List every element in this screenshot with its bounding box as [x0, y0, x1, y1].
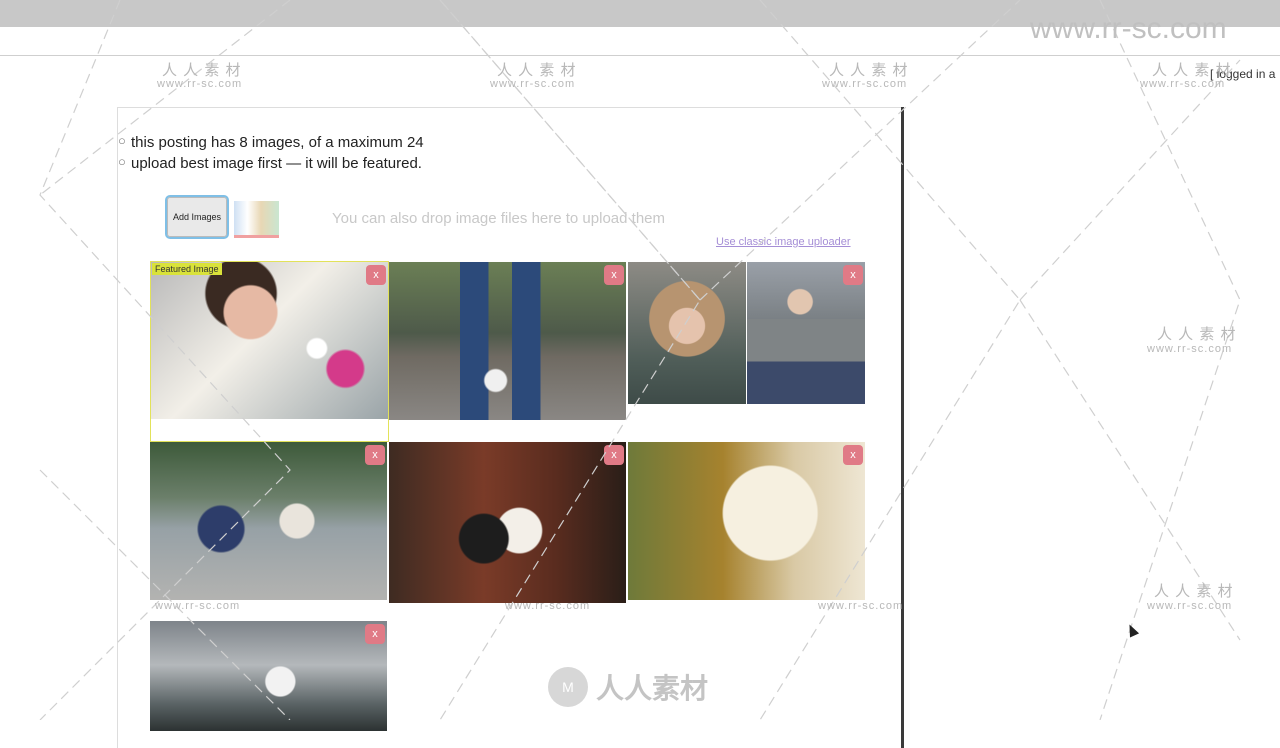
image-tile-6[interactable]: x [389, 442, 626, 603]
add-images-button[interactable]: Add Images [165, 195, 229, 239]
bride-veil-photo [628, 442, 865, 600]
site-logo-icon: M [548, 667, 588, 707]
watermark-url-label: www.rr-sc.com [1147, 343, 1233, 355]
delete-image-button[interactable]: x [604, 265, 624, 285]
image-tile-3[interactable] [628, 262, 746, 404]
wedding-bride-photo [151, 262, 388, 419]
featured-hint-text: upload best image first — it will be fea… [131, 155, 422, 172]
image-tile-1[interactable]: Featured Image x [150, 261, 389, 442]
drop-zone-hint[interactable]: You can also drop image files here to up… [332, 210, 665, 227]
delete-image-button[interactable]: x [604, 445, 624, 465]
watermark-cn-label: 人 人 素 材 [1154, 583, 1234, 600]
image-tile-4[interactable]: x [747, 262, 865, 404]
image-tile-7[interactable]: x [628, 442, 865, 600]
delete-image-button[interactable]: x [365, 624, 385, 644]
watermark-url-label: www.rr-sc.com [490, 78, 576, 90]
delete-image-button[interactable]: x [366, 265, 386, 285]
bullet-icon: ○ [118, 154, 126, 169]
watermark-url-label: www.rr-sc.com [157, 78, 243, 90]
image-tile-8[interactable]: x [150, 621, 387, 731]
watermark-url-label: www.rr-sc.com [505, 600, 591, 612]
child-standing-photo [389, 262, 626, 420]
header-divider [0, 55, 1280, 56]
image-tile-2[interactable]: x [389, 262, 626, 420]
site-logo-text: 人人素材 [596, 673, 709, 704]
delete-image-button[interactable]: x [843, 445, 863, 465]
woman-fur-hood-photo [628, 262, 746, 404]
watermark-cn-label: 人 人 素 材 [1152, 62, 1232, 79]
image-count-text: this posting has 8 images, of a maximum … [131, 134, 424, 151]
family-lake-photo [150, 442, 387, 600]
featured-image-badge: Featured Image [152, 263, 222, 275]
watermark-url-label: www.rr-sc.com [818, 600, 904, 612]
bullet-icon: ○ [118, 133, 126, 148]
site-logo-watermark: M 人人素材 [548, 667, 708, 707]
classic-uploader-link[interactable]: Use classic image uploader [716, 236, 851, 248]
watermark-cn-label: 人 人 素 材 [162, 62, 242, 79]
watermark-url-label: www.rr-sc.com [155, 600, 241, 612]
site-watermark: www.rr-sc.com [1030, 12, 1227, 45]
delete-image-button[interactable]: x [843, 265, 863, 285]
watermark-cn-label: 人 人 素 材 [497, 62, 577, 79]
watermark-url-label: www.rr-sc.com [1140, 78, 1226, 90]
delete-image-button[interactable]: x [365, 445, 385, 465]
uploading-thumbnail [234, 201, 279, 238]
watermark-cn-label: 人 人 素 材 [1157, 326, 1237, 343]
mouse-cursor-icon [1124, 622, 1140, 638]
image-tile-5[interactable]: x [150, 442, 387, 600]
watermark-url-label: www.rr-sc.com [1147, 600, 1233, 612]
featured-hint-info: ○ upload best image first — it will be f… [118, 154, 422, 172]
image-count-info: ○ this posting has 8 images, of a maximu… [118, 133, 424, 151]
watermark-url-label: www.rr-sc.com [822, 78, 908, 90]
couple-kiss-photo [389, 442, 626, 603]
bride-field-photo [150, 621, 387, 731]
image-upload-panel: ○ this posting has 8 images, of a maximu… [117, 107, 901, 748]
watermark-cn-label: 人 人 素 材 [829, 62, 909, 79]
